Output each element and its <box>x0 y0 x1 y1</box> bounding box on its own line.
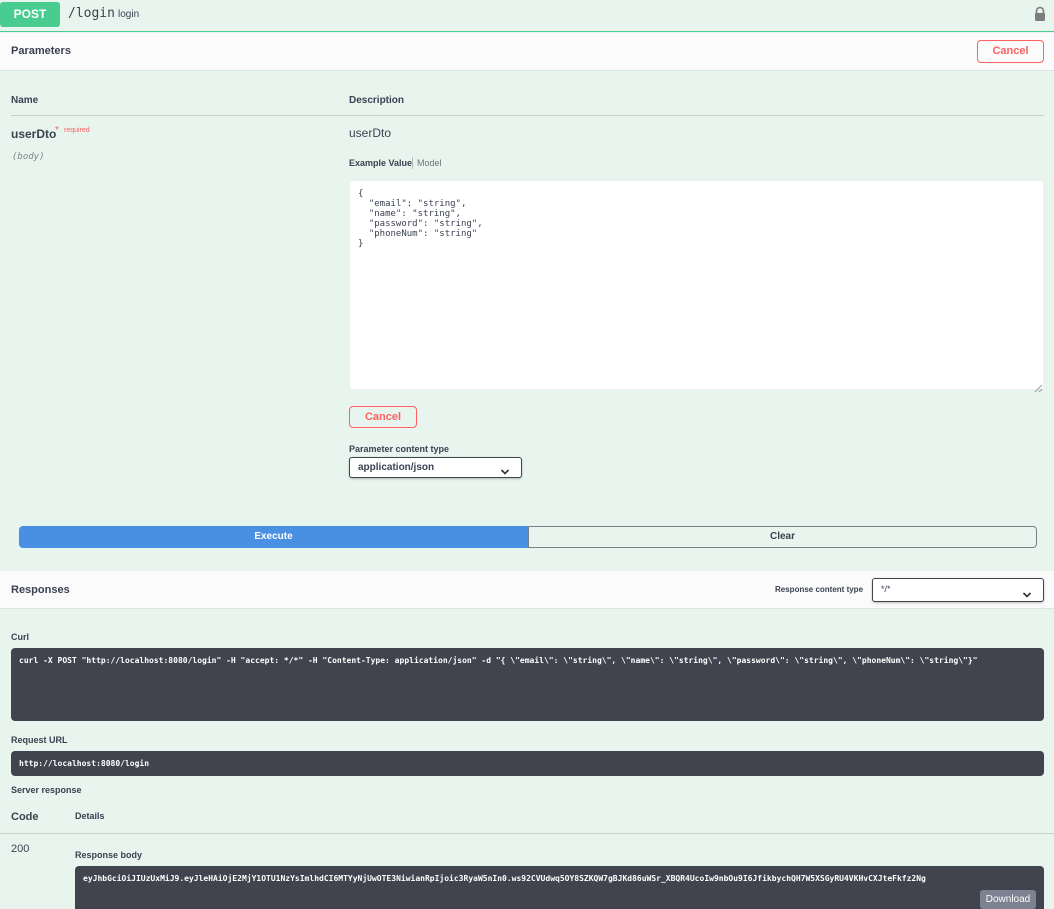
code-column-header: Code <box>11 811 39 823</box>
operation-summary: login <box>118 9 140 20</box>
response-status-code: 200 <box>11 843 30 855</box>
execute-button[interactable]: Execute <box>19 526 528 548</box>
tab-separator <box>412 157 413 169</box>
chevron-down-icon <box>1022 586 1032 598</box>
response-content-type-select[interactable] <box>872 578 1044 602</box>
parameter-description: userDto <box>349 126 392 140</box>
lock-icon[interactable] <box>1032 6 1048 22</box>
parameter-content-type-label: Parameter content type <box>349 444 450 454</box>
tab-example-value[interactable]: Example Value <box>349 158 412 168</box>
method-badge: POST <box>0 2 60 27</box>
parameter-name: userDto <box>11 127 57 141</box>
parameters-header-bar <box>0 33 1054 71</box>
server-response-label: Server response <box>11 785 82 795</box>
response-content-type-value: */* <box>881 584 891 594</box>
clear-button[interactable]: Clear <box>528 526 1037 548</box>
required-label: required <box>64 127 90 134</box>
parameters-title: Parameters <box>11 45 71 57</box>
cancel-try-out-button[interactable]: Cancel <box>977 40 1044 63</box>
response-content-type-label: Response content type <box>775 585 864 594</box>
request-url-label: Request URL <box>11 735 68 745</box>
details-column-header: Details <box>75 811 105 821</box>
request-url-block[interactable]: http://localhost:8080/login <box>11 751 1044 776</box>
curl-command-block[interactable]: curl -X POST "http://localhost:8080/logi… <box>11 648 1044 721</box>
parameter-location: (body) <box>12 152 45 162</box>
resize-handle-icon[interactable] <box>1034 380 1043 393</box>
chevron-down-icon <box>500 463 510 475</box>
required-star: * <box>55 125 59 136</box>
response-body-label: Response body <box>75 850 143 860</box>
operation-path: /login <box>68 6 115 21</box>
cancel-body-button[interactable]: Cancel <box>349 406 417 428</box>
download-button[interactable]: Download <box>980 890 1036 909</box>
operation-header[interactable] <box>0 0 1054 32</box>
response-divider <box>0 833 1054 834</box>
curl-label: Curl <box>11 632 29 642</box>
column-header-description: Description <box>349 95 405 106</box>
parameters-divider <box>11 115 1044 116</box>
tab-model[interactable]: Model <box>417 158 442 168</box>
response-body-block[interactable]: eyJhbGciOiJIUzUxMiJ9.eyJleHAiOjE2MjY1OTU… <box>75 866 1044 909</box>
responses-title: Responses <box>11 584 70 596</box>
request-body-textarea[interactable]: { "email": "string", "name": "string", "… <box>349 180 1044 390</box>
parameter-content-type-value: application/json <box>358 462 435 473</box>
column-header-name: Name <box>11 95 39 106</box>
